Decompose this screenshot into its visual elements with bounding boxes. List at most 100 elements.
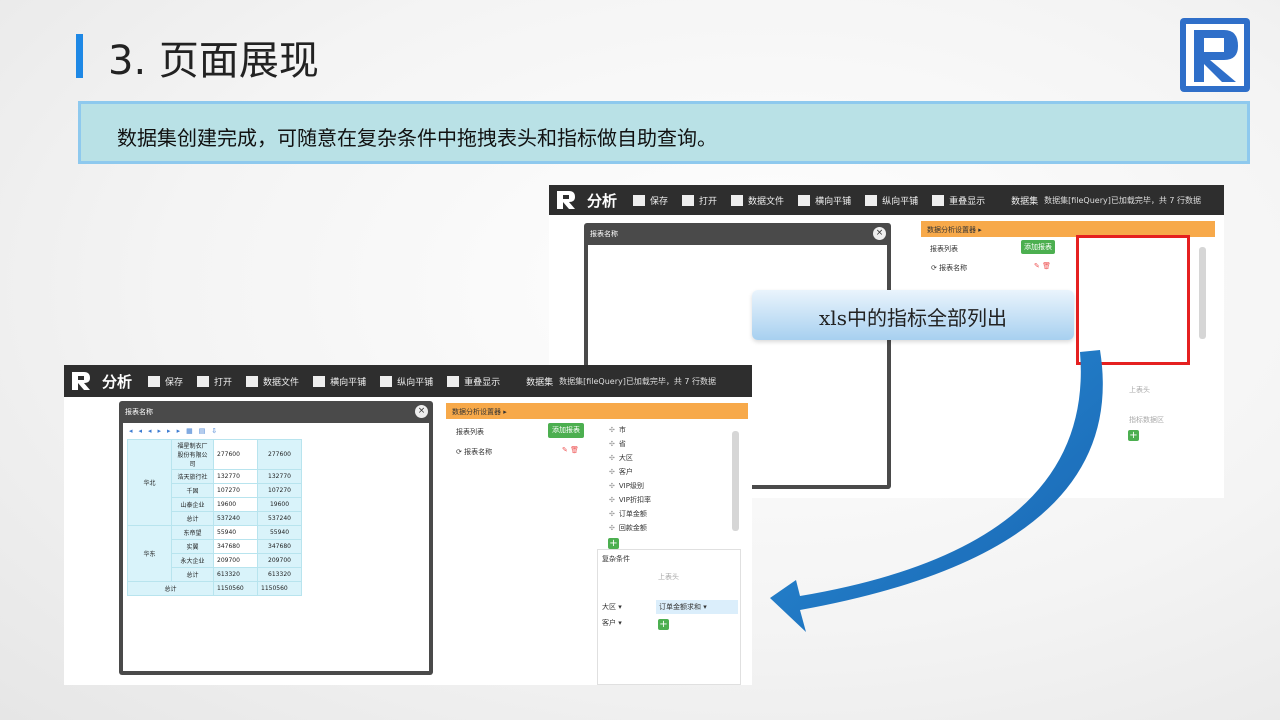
customer-cell: 山泰企业 bbox=[171, 497, 214, 512]
add-report-button[interactable]: 添加报表 bbox=[548, 423, 584, 438]
field-order-amount[interactable]: ✣ 订单金额 bbox=[609, 509, 647, 519]
report-list-label: 报表列表 bbox=[930, 245, 958, 253]
cascade-icon bbox=[932, 194, 945, 206]
report-table: 华北 福星制衣厂股份有限公司 277600 277600 浩天旅行社 132770… bbox=[127, 439, 302, 596]
value-cell: 209700 bbox=[257, 553, 302, 568]
metric-order-sum[interactable]: 订单金额求和 ▾ bbox=[656, 600, 738, 614]
rows-icon bbox=[380, 375, 393, 387]
report-item-actions[interactable]: ✎ 🗑 bbox=[1034, 262, 1051, 270]
tile-vertical-button[interactable]: 纵向平铺 bbox=[380, 375, 433, 388]
app-title: 分析 bbox=[587, 191, 618, 210]
value-cell: 19600 bbox=[257, 497, 302, 512]
folder-icon bbox=[246, 375, 259, 387]
grand-total-cell: 总计 bbox=[127, 581, 214, 596]
value-cell: 537240 bbox=[257, 511, 302, 526]
value-cell: 19600 bbox=[213, 497, 258, 512]
add-field-button[interactable]: + bbox=[608, 538, 619, 549]
save-button[interactable]: 保存 bbox=[633, 194, 668, 207]
app-logo-icon bbox=[72, 372, 90, 390]
region-cell: 华北 bbox=[127, 439, 172, 526]
value-cell: 107270 bbox=[257, 483, 302, 498]
customer-cell: 实翼 bbox=[171, 539, 214, 554]
curved-arrow bbox=[770, 350, 1103, 632]
customer-cell: 千固 bbox=[171, 483, 214, 498]
value-cell: 613320 bbox=[213, 567, 258, 582]
data-file-button[interactable]: 数据文件 bbox=[731, 194, 784, 207]
field-region[interactable]: ✣ 大区 bbox=[609, 453, 633, 463]
folder-icon bbox=[197, 375, 210, 387]
scrollbar[interactable] bbox=[732, 431, 739, 531]
dataset-label[interactable]: 数据集 bbox=[526, 375, 553, 388]
folder-icon bbox=[682, 194, 695, 206]
toolbar: 分析 保存 打开 数据文件 横向平铺 纵向平铺 重叠显示 数据集 数据集[fil… bbox=[549, 185, 1224, 215]
complex-condition-panel: 复杂条件 上表头 大区 ▾ 客户 ▾ 订单金额求和 ▾ + bbox=[597, 549, 741, 685]
value-cell: 132770 bbox=[213, 469, 258, 484]
columns-icon bbox=[313, 375, 326, 387]
close-icon[interactable]: × bbox=[873, 227, 886, 240]
complex-condition-label: 复杂条件 bbox=[602, 555, 630, 563]
toolbar: 分析 保存 打开 数据文件 横向平铺 纵向平铺 重叠显示 数据集 数据集[fil… bbox=[64, 365, 752, 397]
value-cell: 277600 bbox=[213, 439, 258, 470]
metric-hint: 指标数据区 bbox=[1129, 416, 1164, 424]
report-name-item[interactable]: ⟳ 报表名称 bbox=[931, 263, 967, 273]
field-vip-level[interactable]: ✣ VIP级别 bbox=[609, 481, 644, 491]
save-icon bbox=[148, 375, 161, 387]
value-cell: 347680 bbox=[257, 539, 302, 554]
field-vip-discount[interactable]: ✣ VIP折扣率 bbox=[609, 495, 651, 505]
report-name-item[interactable]: ⟳ 报表名称 bbox=[456, 447, 492, 457]
value-cell: 613320 bbox=[257, 567, 302, 582]
field-customer[interactable]: ✣ 客户 bbox=[609, 467, 633, 477]
value-cell: 347680 bbox=[213, 539, 258, 554]
callout-label: xls中的指标全部列出 bbox=[752, 290, 1074, 340]
close-icon[interactable]: × bbox=[415, 405, 428, 418]
add-metric-button[interactable]: + bbox=[658, 619, 669, 630]
folder-icon bbox=[731, 194, 744, 206]
tile-horizontal-button[interactable]: 横向平铺 bbox=[313, 375, 366, 388]
dataset-label[interactable]: 数据集 bbox=[1011, 194, 1038, 207]
customer-cell: 永大企业 bbox=[171, 553, 214, 568]
customer-cell: 福星制衣厂股份有限公司 bbox=[171, 439, 214, 470]
description-banner: 数据集创建完成，可随意在复杂条件中拖拽表头和指标做自助查询。 bbox=[78, 101, 1250, 164]
customer-cell: 东帝望 bbox=[171, 525, 214, 540]
app-logo-icon bbox=[557, 191, 575, 209]
row-dim-region[interactable]: 大区 ▾ bbox=[602, 602, 622, 612]
open-button[interactable]: 打开 bbox=[197, 375, 232, 388]
add-report-button[interactable]: 添加报表 bbox=[1021, 240, 1055, 254]
tile-horizontal-button[interactable]: 横向平铺 bbox=[798, 194, 851, 207]
scrollbar[interactable] bbox=[1199, 247, 1206, 339]
value-cell: 209700 bbox=[213, 553, 258, 568]
open-button[interactable]: 打开 bbox=[682, 194, 717, 207]
report-tools[interactable]: ◂◂◂▸▸▸▦▤⇩ bbox=[129, 427, 223, 435]
value-cell: 1150560 bbox=[213, 581, 258, 596]
add-metric-button[interactable]: + bbox=[1128, 430, 1139, 441]
cascade-icon bbox=[447, 375, 460, 387]
value-cell: 1150560 bbox=[257, 581, 302, 596]
cascade-button[interactable]: 重叠显示 bbox=[447, 375, 500, 388]
tile-vertical-button[interactable]: 纵向平铺 bbox=[865, 194, 918, 207]
report-window-title: 报表名称 bbox=[125, 408, 153, 416]
top-header-hint: 上表头 bbox=[1129, 386, 1150, 394]
top-header-hint: 上表头 bbox=[658, 573, 679, 581]
save-icon bbox=[633, 194, 646, 206]
value-cell: 55940 bbox=[257, 525, 302, 540]
report-list-label: 报表列表 bbox=[456, 428, 484, 436]
region-cell: 华东 bbox=[127, 525, 172, 582]
slide-title: 3. 页面展现 bbox=[108, 38, 319, 84]
banner-text: 数据集创建完成，可随意在复杂条件中拖拽表头和指标做自助查询。 bbox=[117, 126, 717, 150]
settings-header[interactable]: 数据分析设置器 ▸ bbox=[446, 403, 748, 419]
subtotal-cell: 总计 bbox=[171, 567, 214, 582]
app-window-front: 分析 保存 打开 数据文件 横向平铺 纵向平铺 重叠显示 数据集 数据集[fil… bbox=[64, 365, 752, 685]
row-dim-customer[interactable]: 客户 ▾ bbox=[602, 618, 622, 628]
report-item-actions[interactable]: ✎ 🗑 bbox=[562, 446, 579, 454]
cascade-button[interactable]: 重叠显示 bbox=[932, 194, 985, 207]
rows-icon bbox=[865, 194, 878, 206]
field-payment-amount[interactable]: ✣ 回款金额 bbox=[609, 523, 647, 533]
save-button[interactable]: 保存 bbox=[148, 375, 183, 388]
subtotal-cell: 总计 bbox=[171, 511, 214, 526]
data-file-button[interactable]: 数据文件 bbox=[246, 375, 299, 388]
field-city[interactable]: ✣ 市 bbox=[609, 425, 626, 435]
value-cell: 107270 bbox=[213, 483, 258, 498]
field-province[interactable]: ✣ 省 bbox=[609, 439, 626, 449]
value-cell: 55940 bbox=[213, 525, 258, 540]
brand-logo bbox=[1180, 18, 1250, 92]
